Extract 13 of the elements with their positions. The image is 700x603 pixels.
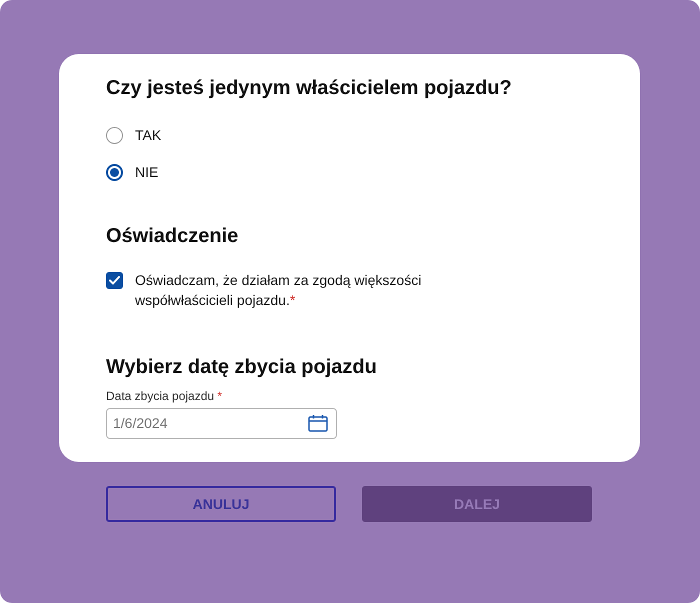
- radio-button[interactable]: [106, 164, 123, 180]
- radio-button[interactable]: [106, 126, 123, 144]
- checkbox[interactable]: [106, 272, 123, 289]
- section-heading: Wybierz datę zbycia pojazdu: [106, 355, 377, 380]
- field-label: Data zbycia pojazdu *: [106, 388, 222, 404]
- calendar-icon[interactable]: [308, 415, 328, 432]
- checkmark-icon: [109, 276, 120, 285]
- date-field[interactable]: 1/6/2024: [106, 408, 337, 439]
- checkbox-label[interactable]: Oświadczam, że działam za zgodą większości współwłaścicieli pojazdu.*: [135, 270, 435, 310]
- radio-label[interactable]: NIE: [135, 162, 158, 182]
- section-heading: Oświadczenie: [106, 224, 238, 249]
- question-heading: Czy jesteś jedynym właścicielem pojazdu?: [106, 76, 512, 101]
- radio-label[interactable]: TAK: [135, 125, 162, 145]
